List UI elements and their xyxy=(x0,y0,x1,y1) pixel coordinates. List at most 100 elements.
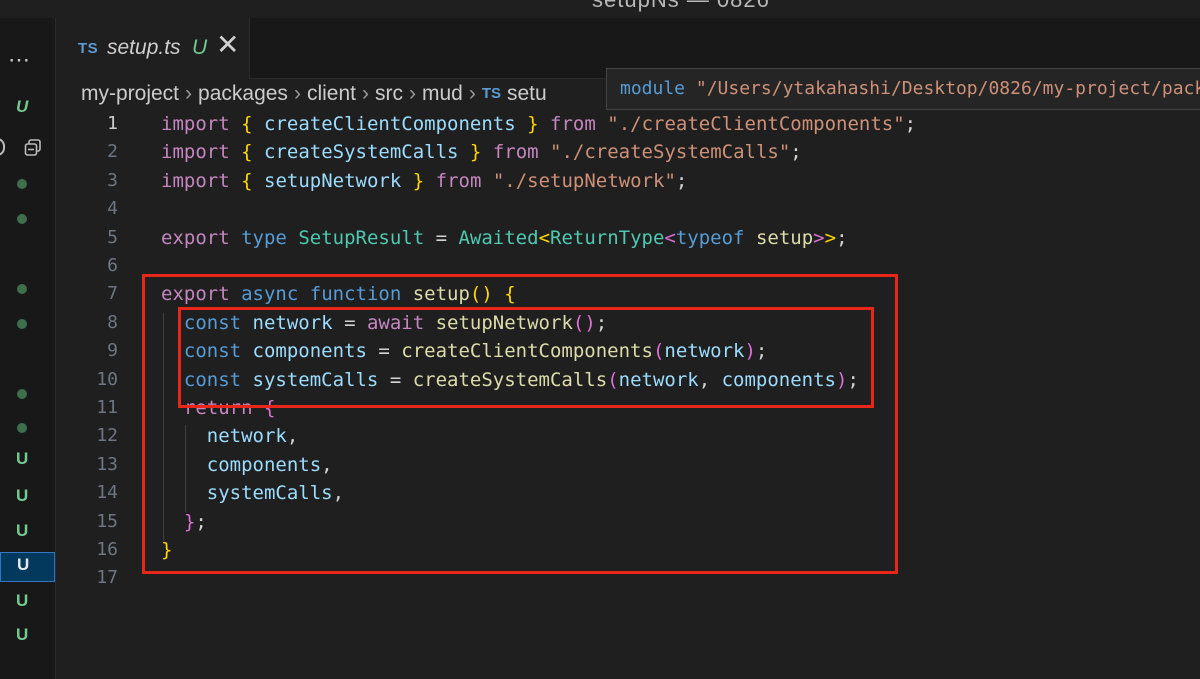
code-token: ; xyxy=(675,169,688,192)
code-token: } xyxy=(183,510,196,533)
untracked-status-badge: U xyxy=(16,449,29,468)
code-line[interactable]: 9 const components = createClientCompone… xyxy=(56,337,1200,365)
code-token: return xyxy=(183,397,253,419)
typescript-file-icon: TS xyxy=(481,85,501,102)
changed-file-item[interactable]: U xyxy=(0,95,55,125)
breadcrumb-item[interactable]: mud xyxy=(422,80,463,108)
line-number: 9 xyxy=(107,340,118,362)
code-line[interactable]: 16} xyxy=(56,536,1200,564)
modified-file-item[interactable] xyxy=(0,205,55,235)
code-text: network, xyxy=(161,422,299,450)
code-text: }; xyxy=(161,508,207,536)
code-line[interactable]: 3 import { setupNetwork } from "./setupNe… xyxy=(56,167,1200,195)
code-line[interactable]: 8 const network = await setupNetwork(); xyxy=(56,309,1200,337)
collapse-all-icon[interactable] xyxy=(24,139,42,157)
close-icon[interactable]: ✕ xyxy=(216,31,239,59)
modified-file-item[interactable] xyxy=(0,170,55,200)
code-token: { xyxy=(263,397,276,419)
code-token: = xyxy=(424,226,459,249)
breadcrumb-item[interactable]: packages xyxy=(198,80,288,108)
changed-file-item[interactable]: U xyxy=(0,447,55,477)
code-line[interactable]: 7 export async function setup() { xyxy=(56,280,1200,308)
code-token: } xyxy=(527,113,539,135)
breadcrumb-item[interactable]: client xyxy=(307,80,356,108)
code-line[interactable]: 6 xyxy=(56,252,1200,280)
line-number: 17 xyxy=(96,567,118,589)
code-token: = xyxy=(332,311,367,334)
code-token: ; xyxy=(904,113,917,135)
modified-file-item[interactable] xyxy=(0,310,55,340)
code-line[interactable]: 2 import { createSystemCalls } from "./cr… xyxy=(56,138,1200,166)
code-token: const xyxy=(183,368,242,391)
code-text: import { setupNetwork } from "./setupNet… xyxy=(161,167,687,195)
tooltip-keyword: module xyxy=(620,78,686,99)
code-token: network xyxy=(206,425,287,448)
changed-file-item[interactable]: U xyxy=(0,623,55,653)
modified-file-item[interactable] xyxy=(0,275,55,305)
code-token: const xyxy=(183,340,242,363)
code-line[interactable]: 12 network, xyxy=(56,422,1200,450)
code-token: ; xyxy=(847,368,859,391)
code-line[interactable]: 4 xyxy=(56,195,1200,223)
code-line[interactable]: 14 systemCalls, xyxy=(56,479,1200,507)
code-line[interactable]: 5 export type SetupResult = Awaited<Retur… xyxy=(56,224,1200,252)
breadcrumb-item[interactable]: src xyxy=(375,80,403,108)
code-token: ; xyxy=(755,340,768,363)
code-token: setup xyxy=(412,283,470,306)
breadcrumb-item[interactable]: my-project xyxy=(81,80,179,108)
view-actions[interactable] xyxy=(0,137,55,161)
modified-file-item[interactable] xyxy=(0,380,55,410)
code-token: { xyxy=(241,113,253,135)
code-token: network xyxy=(618,368,699,391)
code-token: SetupResult xyxy=(298,226,425,249)
code-editor[interactable]: 1 import { createClientComponents } from … xyxy=(56,110,1200,679)
code-token: export xyxy=(161,283,230,306)
tab-setup-ts[interactable]: TS setup.ts U ✕ xyxy=(56,18,250,79)
more-actions-icon[interactable]: ⋯ xyxy=(8,49,30,71)
changed-file-item[interactable]: U xyxy=(0,552,55,582)
code-line[interactable]: 17 xyxy=(56,564,1200,592)
untracked-status-badge: U xyxy=(192,36,208,59)
code-text: import { createSystemCalls } from "./cre… xyxy=(161,138,802,166)
code-token: import xyxy=(161,169,230,192)
code-line[interactable]: 10 const systemCalls = createSystemCalls… xyxy=(56,366,1200,394)
changed-file-item[interactable]: U xyxy=(0,519,55,549)
code-token: ; xyxy=(195,510,207,533)
code-token: setupNetwork xyxy=(435,311,573,334)
line-number: 16 xyxy=(96,539,118,560)
modified-dot-icon xyxy=(17,389,27,399)
code-token: } xyxy=(469,141,482,164)
code-token: ; xyxy=(595,311,608,334)
modified-file-item[interactable] xyxy=(0,414,55,444)
line-number: 15 xyxy=(96,510,118,532)
line-number: 1 xyxy=(107,113,118,134)
changed-file-item[interactable]: U xyxy=(0,589,55,619)
code-token: setupNetwork xyxy=(264,169,402,192)
code-text: components, xyxy=(161,451,333,479)
chevron-right-icon: › xyxy=(361,82,369,105)
line-number: 10 xyxy=(96,368,118,390)
code-line[interactable]: 1 import { createClientComponents } from … xyxy=(56,110,1200,138)
tooltip-module-path: "/Users/ytakahashi/Desktop/0826/my-proje… xyxy=(695,78,1200,99)
code-line[interactable]: 11 return { xyxy=(56,394,1200,422)
code-token: , xyxy=(332,482,345,505)
changed-file-item[interactable]: U xyxy=(0,484,55,514)
code-line[interactable]: 13 components, xyxy=(56,451,1200,479)
breadcrumb-file[interactable]: setu xyxy=(507,80,547,108)
code-text: return { xyxy=(161,394,276,422)
code-line[interactable]: 15 }; xyxy=(56,508,1200,536)
code-token: > xyxy=(813,226,825,249)
breadcrumb: my-project › packages › client › src › mud › TS set… xyxy=(81,80,547,108)
indent-guide xyxy=(163,313,164,541)
